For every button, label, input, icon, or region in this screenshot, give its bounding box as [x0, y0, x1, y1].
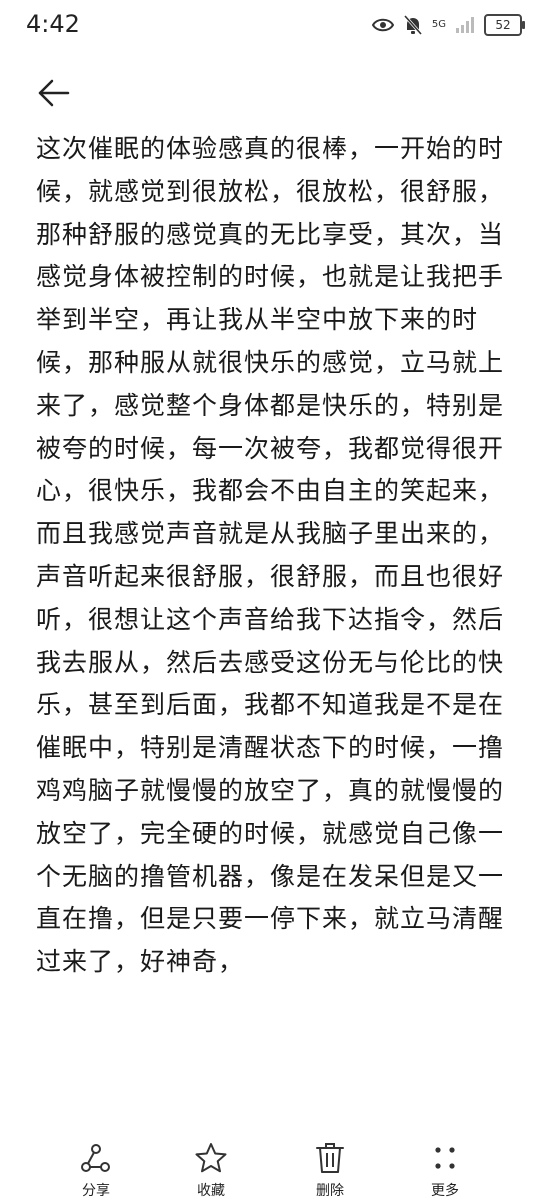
more-dots-icon: [435, 1147, 455, 1169]
network-type: 5G: [431, 19, 446, 30]
star-icon: [195, 1143, 227, 1173]
share-icon: [81, 1144, 110, 1172]
bottom-toolbar: 分享 收藏 删除 更多: [0, 1140, 540, 1200]
trash-icon: [316, 1143, 344, 1173]
note-text: 这次催眠的体验感真的很棒，一开始的时候，就感觉到很放松，很放松，很舒服，那种舒服…: [36, 134, 505, 977]
mute-bell-icon: [403, 15, 422, 35]
arrow-left-icon: [38, 79, 70, 107]
status-bar: 4:42 5G 52: [0, 0, 540, 52]
battery-icon: 52: [484, 14, 525, 36]
delete-button[interactable]: 删除: [290, 1140, 370, 1200]
note-body[interactable]: 这次催眠的体验感真的很棒，一开始的时候，就感觉到很放松，很放松，很舒服，那种舒服…: [36, 128, 506, 1048]
more-button[interactable]: 更多: [405, 1140, 485, 1200]
share-button[interactable]: 分享: [56, 1140, 136, 1200]
favorite-button[interactable]: 收藏: [171, 1140, 251, 1200]
status-time: 4:42: [26, 10, 80, 38]
eye-icon: [371, 18, 394, 32]
share-label: 分享: [82, 1183, 110, 1199]
more-label: 更多: [431, 1183, 459, 1199]
favorite-label: 收藏: [197, 1183, 225, 1199]
status-icons: 5G 52: [371, 14, 525, 36]
signal-icon: [456, 17, 474, 33]
back-button[interactable]: [30, 70, 76, 116]
delete-label: 删除: [316, 1183, 344, 1199]
